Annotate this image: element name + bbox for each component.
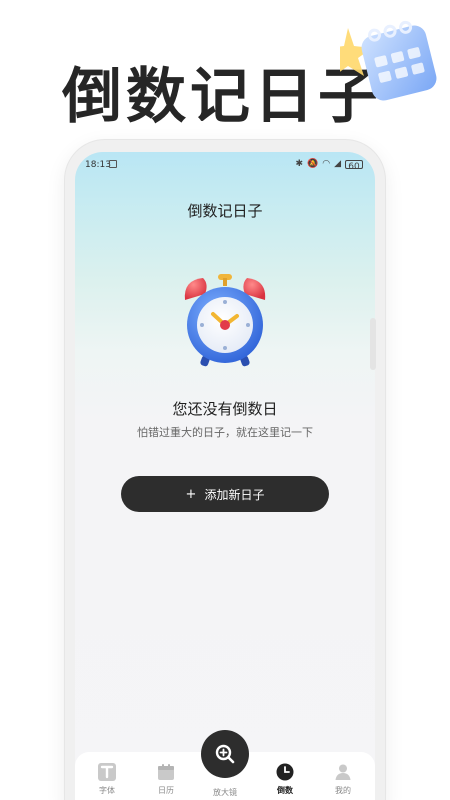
nav-item-countdown[interactable]: 倒数 <box>255 762 315 800</box>
user-icon <box>333 762 353 782</box>
font-icon <box>97 762 117 782</box>
bottom-nav: 字体 日历 放大镜 倒数 我的 <box>75 730 375 800</box>
magnifier-icon <box>215 744 235 764</box>
phone-mockup: 18:13 ✱ 🔕 ◠ ◢ 60 倒数记日子 您还没有倒数日 怕错过重大的日子，… <box>65 140 385 800</box>
empty-state-title: 您还没有倒数日 <box>172 400 278 418</box>
phone-side-button <box>370 318 376 370</box>
add-new-day-label: 添加新日子 <box>204 487 265 502</box>
nav-item-calendar[interactable]: 日历 <box>136 762 196 800</box>
app-screen: 18:13 ✱ 🔕 ◠ ◢ 60 倒数记日子 您还没有倒数日 怕错过重大的日子，… <box>75 152 375 800</box>
calendar-star-icon <box>340 20 437 101</box>
nav-label-magnifier: 放大镜 <box>213 788 237 797</box>
signal-icon: ◢ <box>334 159 341 169</box>
battery-icon: 60 <box>345 159 363 172</box>
page-title: 倒数记日子 <box>187 202 263 220</box>
nav-label-font: 字体 <box>99 786 115 795</box>
status-icons: ✱ 🔕 ◠ ◢ 60 <box>295 158 363 172</box>
nav-label-calendar: 日历 <box>158 786 174 795</box>
plus-icon: + <box>185 486 197 502</box>
add-new-day-button[interactable]: + 添加新日子 <box>121 476 329 512</box>
mute-icon: 🔕 <box>307 159 319 169</box>
nav-item-profile[interactable]: 我的 <box>313 762 373 800</box>
status-time: 18:13 <box>85 160 111 170</box>
nav-label-countdown: 倒数 <box>277 786 293 795</box>
nav-label-profile: 我的 <box>335 786 351 795</box>
empty-state-subtitle: 怕错过重大的日子，就在这里记一下 <box>137 426 313 439</box>
wifi-icon: ◠ <box>322 159 331 169</box>
nav-item-font[interactable]: 字体 <box>77 762 137 800</box>
alarm-clock-icon <box>184 274 266 367</box>
gallery-icon <box>109 160 117 168</box>
bluetooth-icon: ✱ <box>295 159 303 169</box>
calendar-icon <box>156 762 176 782</box>
magnifier-button[interactable] <box>201 730 249 778</box>
clock-icon <box>275 762 295 782</box>
status-bar: 18:13 ✱ 🔕 ◠ ◢ 60 <box>75 152 375 180</box>
